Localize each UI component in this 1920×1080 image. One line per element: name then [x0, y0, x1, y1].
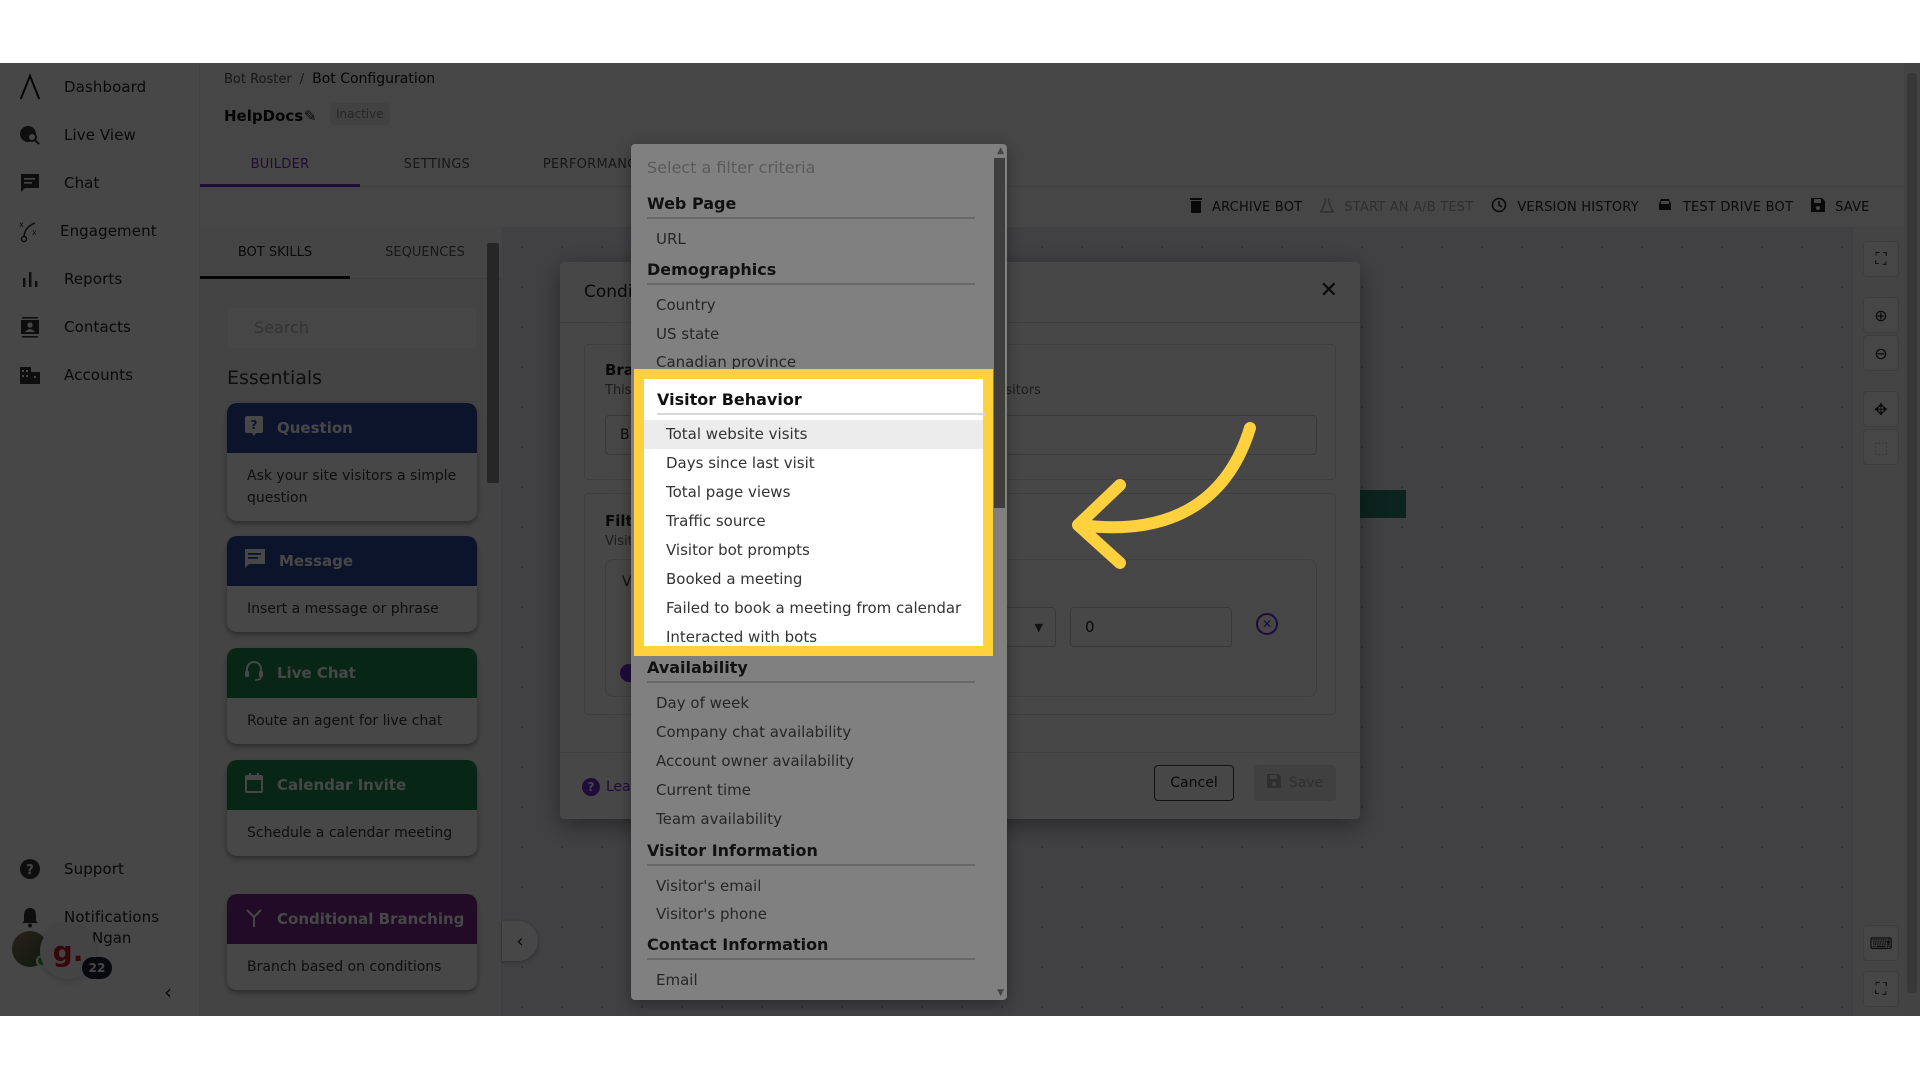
- dropdown-placeholder: Select a filter criteria: [647, 158, 816, 177]
- app-window: Dashboard Live View Chat xx Engagement R…: [0, 63, 1920, 1016]
- dropdown-option[interactable]: First Name: [656, 999, 737, 1000]
- dropdown-option[interactable]: US state: [656, 325, 719, 343]
- dropdown-option-total-website-visits[interactable]: Total website visits: [644, 420, 983, 449]
- dropdown-option[interactable]: Account owner availability: [656, 752, 854, 770]
- dropdown-option-total-page-views[interactable]: Total page views: [644, 478, 983, 507]
- dropdown-option-visitor-bot-prompts[interactable]: Visitor bot prompts: [644, 536, 983, 565]
- scroll-down-icon[interactable]: ▼: [997, 988, 1004, 998]
- dropdown-group-demographics: Demographics: [647, 260, 975, 285]
- dropdown-option[interactable]: Company chat availability: [656, 723, 851, 741]
- dropdown-option[interactable]: Country: [656, 296, 716, 314]
- dropdown-option[interactable]: Email: [656, 971, 698, 989]
- dropdown-option[interactable]: Day of week: [656, 694, 749, 712]
- annotation-arrow-icon: [1072, 422, 1256, 569]
- dropdown-group-web-page: Web Page: [647, 194, 975, 219]
- dropdown-scrollbar[interactable]: [994, 158, 1005, 508]
- dropdown-group-visitor-behavior: Visitor Behavior: [657, 390, 985, 415]
- dropdown-option[interactable]: Current time: [656, 781, 751, 799]
- visitor-behavior-group: Visitor Behavior Total website visits Da…: [644, 379, 985, 646]
- dropdown-option-failed-to-book[interactable]: Failed to book a meeting from calendar: [644, 594, 983, 623]
- dropdown-group-availability: Availability: [647, 658, 975, 683]
- dropdown-group-contact-information: Contact Information: [647, 935, 975, 960]
- dropdown-option[interactable]: URL: [656, 230, 686, 248]
- scroll-up-icon[interactable]: ▲: [997, 146, 1004, 156]
- visitor-behavior-highlight: Visitor Behavior Total website visits Da…: [634, 369, 993, 656]
- dropdown-option-booked-a-meeting[interactable]: Booked a meeting: [644, 565, 983, 594]
- dropdown-option-days-since-last-visit[interactable]: Days since last visit: [644, 449, 983, 478]
- dropdown-option-interacted-with-bots[interactable]: Interacted with bots: [644, 623, 983, 652]
- dropdown-group-visitor-information: Visitor Information: [647, 841, 975, 866]
- dropdown-option[interactable]: Visitor's email: [656, 877, 761, 895]
- dropdown-option[interactable]: Visitor's phone: [656, 905, 767, 923]
- dropdown-option-traffic-source[interactable]: Traffic source: [644, 507, 983, 536]
- dropdown-option[interactable]: Team availability: [656, 810, 782, 828]
